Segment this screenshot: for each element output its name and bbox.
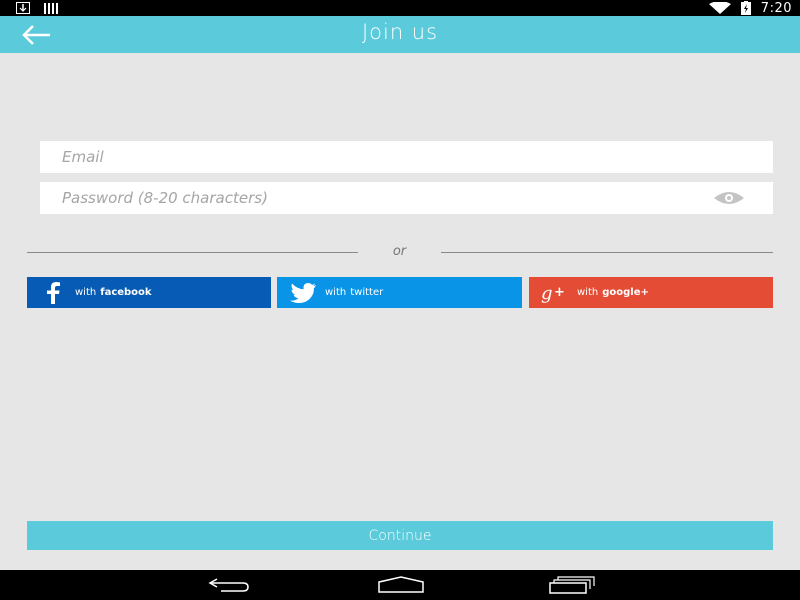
app-bar: Join us <box>0 16 800 53</box>
home-nav-icon <box>378 576 424 593</box>
wifi-icon <box>708 2 731 14</box>
google-label: google+ <box>602 287 649 298</box>
twitter-prefix: with <box>325 287 347 298</box>
recent-apps-icon <box>549 576 595 594</box>
svg-text:+: + <box>554 285 565 300</box>
nav-recent-apps-button[interactable] <box>549 576 595 594</box>
download-icon <box>16 2 30 14</box>
divider-left <box>27 252 358 253</box>
twitter-login-button[interactable]: with twitter <box>277 277 522 308</box>
google-prefix: with <box>577 287 599 298</box>
google-plus-icon: g + <box>539 281 571 305</box>
status-bar: 7:20 <box>0 0 800 16</box>
facebook-icon <box>37 281 69 305</box>
svg-text:g: g <box>541 283 553 303</box>
back-nav-icon <box>208 578 249 592</box>
eye-icon <box>714 192 744 204</box>
status-right-icons: 7:20 <box>708 0 792 16</box>
facebook-label: facebook <box>100 287 152 298</box>
email-field[interactable] <box>40 141 773 173</box>
twitter-label: twitter <box>350 287 384 298</box>
page-title: Join us <box>361 20 439 44</box>
status-left-icons <box>16 2 60 14</box>
nav-back-button[interactable] <box>207 576 251 594</box>
divider-or-text: or <box>392 244 407 259</box>
facebook-prefix: with <box>75 287 97 298</box>
battery-charging-icon <box>740 1 751 15</box>
facebook-login-button[interactable]: with facebook <box>27 277 271 308</box>
divider-right <box>441 252 773 253</box>
show-password-toggle[interactable] <box>713 190 745 206</box>
bars-icon <box>44 2 58 14</box>
twitter-icon <box>287 281 319 305</box>
password-field[interactable] <box>40 182 773 214</box>
navigation-bar <box>0 570 800 600</box>
nav-home-button[interactable] <box>377 576 425 594</box>
google-plus-login-button[interactable]: g + with google+ <box>529 277 773 308</box>
continue-button[interactable]: Continue <box>27 521 773 550</box>
status-time: 7:20 <box>760 0 792 16</box>
